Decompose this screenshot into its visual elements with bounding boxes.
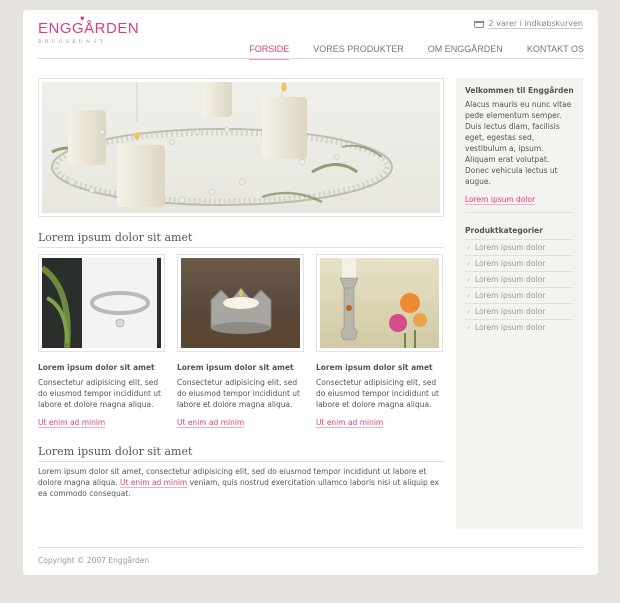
shopping-basket-icon <box>474 20 485 28</box>
product-link[interactable]: Ut enim ad minim <box>177 418 245 428</box>
inline-link[interactable]: Ut enim ad minim <box>119 478 188 488</box>
product-card: Lorem ipsum dolor sit amet Consectetur a… <box>316 254 443 429</box>
welcome-title: Velkommen til Enggården <box>465 86 574 95</box>
product-description: Consectetur adipisicing elit, sed do eiu… <box>316 378 439 409</box>
product-image[interactable] <box>316 254 443 352</box>
nav-divider <box>38 58 583 59</box>
product-description: Consectetur adipisicing elit, sed do eiu… <box>38 378 161 409</box>
crown-candleholder-illustration <box>181 287 300 348</box>
flower-candlestick-illustration <box>339 258 427 348</box>
product-title: Lorem ipsum dolor sit amet <box>177 363 294 372</box>
product-link[interactable]: Ut enim ad minim <box>316 418 384 428</box>
hero-graphic <box>51 82 393 207</box>
product-card: Lorem ipsum dolor sit amet Consectetur a… <box>177 254 304 429</box>
section-heading: Lorem ipsum dolor sit amet <box>38 445 193 458</box>
product-title: Lorem ipsum dolor sit amet <box>38 363 155 372</box>
product-card: Lorem ipsum dolor sit amet Consectetur a… <box>38 254 165 429</box>
chevron-right-icon: › <box>467 275 470 284</box>
footer-divider <box>38 547 583 548</box>
chevron-right-icon: › <box>467 259 470 268</box>
cart-text: 2 varer i indkøbskurven <box>488 19 583 29</box>
category-label: Lorem ipsum dolor <box>475 307 546 316</box>
section-heading: Lorem ipsum dolor sit amet <box>38 231 193 244</box>
categories-title: Produktkategorier <box>465 226 543 235</box>
brand-name: ENGGÅRDEN <box>38 20 140 37</box>
category-item[interactable]: › Lorem ipsum dolor <box>465 255 574 271</box>
product-image[interactable] <box>38 254 165 352</box>
sidebar-divider <box>465 212 574 213</box>
chevron-right-icon: › <box>467 323 470 332</box>
category-label: Lorem ipsum dolor <box>475 291 546 300</box>
copyright-text: Copyright © 2007 Enggården <box>38 556 150 565</box>
cart-link[interactable]: 2 varer i indkøbskurven <box>474 19 583 29</box>
sidebar: Velkommen til Enggården Alacus mauris eu… <box>456 78 583 529</box>
product-title: Lorem ipsum dolor sit amet <box>316 363 433 372</box>
logo[interactable]: ENGGÅRDEN ♥ BRUGSKUNST <box>38 14 140 45</box>
chevron-right-icon: › <box>467 307 470 316</box>
heart-icon: ♥ <box>80 14 86 23</box>
category-label: Lorem ipsum dolor <box>475 259 546 268</box>
chevron-right-icon: › <box>467 291 470 300</box>
category-item[interactable]: › Lorem ipsum dolor <box>465 303 574 319</box>
product-description: Consectetur adipisicing elit, sed do eiu… <box>177 378 300 409</box>
product-image[interactable] <box>177 254 304 352</box>
category-label: Lorem ipsum dolor <box>475 243 546 252</box>
category-label: Lorem ipsum dolor <box>475 275 546 284</box>
category-item[interactable]: › Lorem ipsum dolor <box>465 287 574 303</box>
heading-divider <box>38 461 444 462</box>
hero-image <box>38 78 444 217</box>
body-paragraph: Lorem ipsum dolor sit amet, consectetur … <box>38 466 448 499</box>
category-item[interactable]: › Lorem ipsum dolor <box>465 239 574 255</box>
product-link[interactable]: Ut enim ad minim <box>38 418 106 428</box>
napkin-ring-illustration <box>42 258 157 348</box>
logo-wordmark: ENGGÅRDEN ♥ <box>38 14 140 37</box>
category-item[interactable]: › Lorem ipsum dolor <box>465 319 574 335</box>
logo-tagline: BRUGSKUNST <box>38 39 106 45</box>
category-item[interactable]: › Lorem ipsum dolor <box>465 271 574 287</box>
category-label: Lorem ipsum dolor <box>475 323 546 332</box>
welcome-link[interactable]: Lorem ipsum dolor <box>465 195 536 205</box>
welcome-text: Alacus mauris eu nunc vitae pede element… <box>465 100 572 186</box>
candle-wreath-illustration <box>42 82 440 213</box>
chevron-right-icon: › <box>467 243 470 252</box>
heading-divider <box>38 247 444 248</box>
page-container: ENGGÅRDEN ♥ BRUGSKUNST 2 varer i indkøbs… <box>23 10 598 575</box>
category-list: › Lorem ipsum dolor › Lorem ipsum dolor › L… <box>465 239 574 335</box>
